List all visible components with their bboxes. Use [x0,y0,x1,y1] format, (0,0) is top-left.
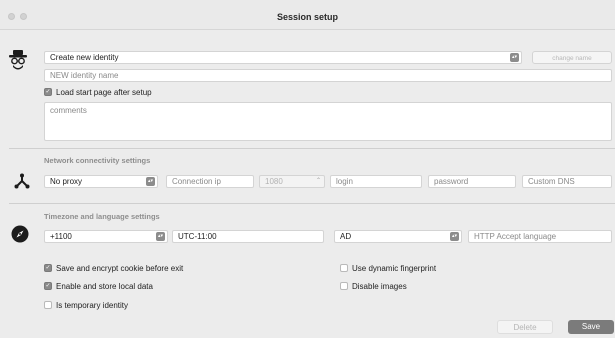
compass-icon [11,225,29,243]
divider [9,148,615,149]
dynamic-fingerprint-checkbox[interactable] [340,264,348,272]
connection-ip-field[interactable]: Connection ip [166,175,254,188]
language-select-value: AD [340,232,352,241]
timezone-offset-value: +1100 [50,232,72,241]
comments-field[interactable]: comments [44,102,612,141]
language-select[interactable]: AD ▴▾ [334,230,462,243]
local-data-checkbox[interactable]: ✓ [44,282,52,290]
identity-name-field[interactable]: NEW identity name [44,69,612,82]
window-title: Session setup [276,12,339,22]
port-field[interactable]: 1080 ⌃ [259,175,325,188]
local-data-label: Enable and store local data [56,282,153,291]
stepper-arrows-icon: ▴▾ [146,177,155,186]
checkmark-icon: ✓ [45,89,51,95]
timezone-name-field[interactable]: UTC-11:00 [172,230,324,243]
checkmark-icon: ✓ [45,283,51,289]
load-start-page-checkbox[interactable]: ✓ [44,88,52,96]
timezone-section-label: Timezone and language settings [44,212,160,221]
port-value: 1080 [265,177,283,186]
spy-hat-glasses-icon [9,50,27,72]
divider [9,203,615,204]
save-cookie-label: Save and encrypt cookie before exit [56,264,184,273]
temporary-identity-label: Is temporary identity [56,301,129,310]
identity-select-value: Create new identity [50,53,119,62]
custom-dns-field[interactable]: Custom DNS [522,175,612,188]
identity-select[interactable]: Create new identity ▴▾ [44,51,522,64]
password-field[interactable]: password [428,175,516,188]
proxy-select[interactable]: No proxy ▴▾ [44,175,158,188]
port-stepper-icon[interactable]: ⌃ [316,176,321,187]
title-bar: Session setup [0,0,615,30]
stepper-arrows-icon: ▴▾ [450,232,459,241]
network-nodes-icon [14,173,30,189]
save-button[interactable]: Save [568,320,614,334]
stepper-arrows-icon: ▴▾ [156,232,165,241]
change-name-button[interactable]: change name [532,51,612,64]
disable-images-label: Disable images [352,282,407,291]
proxy-select-value: No proxy [50,177,83,186]
timezone-offset-select[interactable]: +1100 ▴▾ [44,230,168,243]
network-section-label: Network connectivity settings [44,156,151,165]
disable-images-checkbox[interactable] [340,282,348,290]
accept-language-field[interactable]: HTTP Accept language [468,230,612,243]
temporary-identity-checkbox[interactable] [44,301,52,309]
dynamic-fingerprint-label: Use dynamic fingerprint [352,264,437,273]
checkmark-icon: ✓ [45,265,51,271]
login-field[interactable]: login [330,175,422,188]
delete-button[interactable]: Delete [497,320,553,334]
save-cookie-checkbox[interactable]: ✓ [44,264,52,272]
load-start-page-label: Load start page after setup [56,88,152,97]
stepper-arrows-icon: ▴▾ [510,53,519,62]
